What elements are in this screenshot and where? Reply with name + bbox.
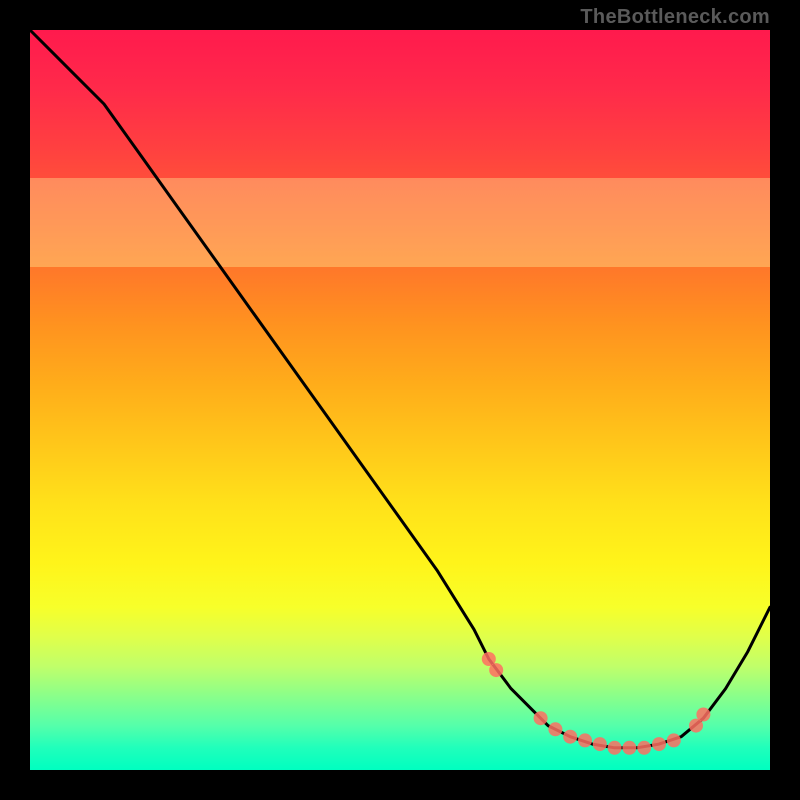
marker-group bbox=[482, 652, 711, 755]
data-point bbox=[637, 741, 651, 755]
data-point bbox=[489, 663, 503, 677]
data-point bbox=[578, 733, 592, 747]
data-point bbox=[534, 711, 548, 725]
data-point bbox=[608, 741, 622, 755]
data-point bbox=[696, 708, 710, 722]
data-point bbox=[667, 733, 681, 747]
chart-frame: TheBottleneck.com bbox=[0, 0, 800, 800]
plot-area bbox=[30, 30, 770, 770]
data-point bbox=[652, 737, 666, 751]
curve-line bbox=[30, 30, 770, 748]
attribution-text: TheBottleneck.com bbox=[580, 6, 770, 29]
data-point bbox=[622, 741, 636, 755]
data-point bbox=[548, 722, 562, 736]
data-point bbox=[593, 737, 607, 751]
chart-svg bbox=[30, 30, 770, 770]
data-point bbox=[563, 730, 577, 744]
